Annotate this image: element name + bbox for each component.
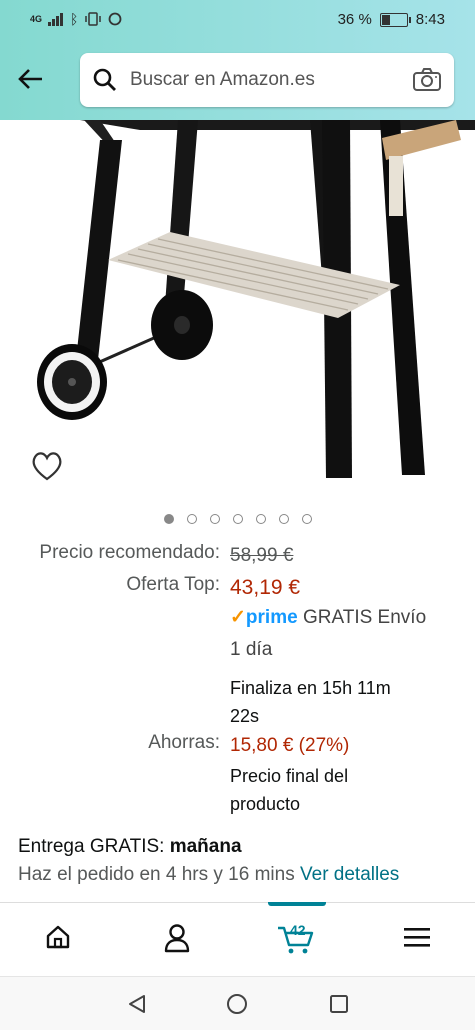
product-image[interactable] — [0, 120, 475, 500]
back-triangle-icon[interactable] — [126, 993, 148, 1015]
shipping-line1: GRATIS Envío — [302, 607, 427, 628]
home-circle-icon[interactable] — [226, 993, 248, 1015]
delivery-day: mañana — [169, 836, 242, 857]
savings-row: Ahorras: 15,80 € (27%) — [0, 732, 475, 762]
search-box[interactable]: Buscar en Amazon.es — [80, 53, 454, 107]
savings-value: 15,80 € (27%) — [230, 735, 350, 756]
signal-icon — [48, 12, 64, 26]
network-label: 4G — [30, 14, 43, 24]
deal-ends-row: Finaliza en 15h 11m 22s — [0, 674, 475, 730]
recommended-price-row: Precio recomendado: 58,99 € — [0, 542, 475, 572]
home-icon[interactable] — [44, 923, 72, 951]
prime-shipping-row: ✓prime GRATIS Envío 1 día — [0, 604, 475, 666]
recents-square-icon[interactable] — [328, 993, 350, 1015]
offer-price-value: 43,19 € — [230, 576, 301, 599]
final-price-line1: Precio final del — [230, 766, 349, 786]
order-deadline: Haz el pedido en 4 hrs y 16 mins — [18, 864, 295, 885]
search-icon — [93, 68, 116, 91]
pagination-dot[interactable] — [301, 514, 312, 524]
pagination-dot[interactable] — [232, 514, 243, 524]
delivery-info: Entrega GRATIS: mañana Haz el pedido en … — [18, 833, 399, 889]
deal-ends-line1: Finaliza en 15h 11m — [230, 678, 391, 698]
app-header: 4G ᛒ 36 % 8:43 Buscar en Amazon.es — [0, 0, 475, 120]
prime-logo: prime — [245, 607, 298, 628]
image-pagination[interactable] — [0, 514, 475, 524]
final-price-note-row: Precio final del producto — [0, 762, 475, 818]
clock: 8:43 — [415, 11, 445, 28]
pagination-dot[interactable] — [255, 514, 266, 524]
pagination-dot[interactable] — [163, 514, 174, 524]
search-input[interactable]: Buscar en Amazon.es — [130, 69, 315, 91]
prime-check-icon: ✓ — [230, 607, 246, 628]
details-link[interactable]: Ver detalles — [300, 864, 399, 885]
savings-label: Ahorras: — [148, 732, 220, 753]
pagination-dot[interactable] — [209, 514, 220, 524]
pagination-dot[interactable] — [186, 514, 197, 524]
sync-icon — [109, 12, 122, 26]
cart-count-badge: 42 — [290, 922, 306, 938]
final-price-line2: producto — [230, 794, 301, 814]
recommended-price-label: Precio recomendado: — [39, 542, 220, 563]
heart-icon[interactable] — [30, 450, 64, 482]
offer-price-row: Oferta Top: 43,19 € — [0, 574, 475, 604]
vibrate-icon — [85, 12, 102, 26]
system-nav-bar — [0, 976, 475, 1030]
status-right: 36 % 8:43 — [338, 11, 445, 28]
battery-icon — [379, 12, 411, 27]
account-icon[interactable] — [163, 923, 191, 953]
recommended-price-value: 58,99 € — [230, 545, 294, 566]
active-tab-indicator — [268, 902, 326, 906]
deal-ends-line2: 22s — [230, 706, 260, 726]
arrow-left-icon[interactable] — [16, 64, 46, 94]
battery-percent: 36 % — [337, 11, 372, 28]
prime-shipping: ✓prime GRATIS Envío 1 día — [230, 604, 470, 668]
offer-price-label: Oferta Top: — [126, 574, 220, 595]
pagination-dot[interactable] — [278, 514, 289, 524]
bottom-nav — [0, 902, 475, 977]
shipping-line2: 1 día — [230, 639, 273, 660]
menu-icon[interactable] — [404, 927, 432, 949]
bluetooth-icon: ᛒ — [70, 11, 79, 27]
status-bar: 4G ᛒ 36 % 8:43 — [0, 0, 475, 40]
delivery-prefix: Entrega GRATIS: — [18, 836, 165, 857]
camera-icon[interactable] — [412, 67, 442, 93]
status-left: 4G ᛒ — [30, 11, 122, 27]
